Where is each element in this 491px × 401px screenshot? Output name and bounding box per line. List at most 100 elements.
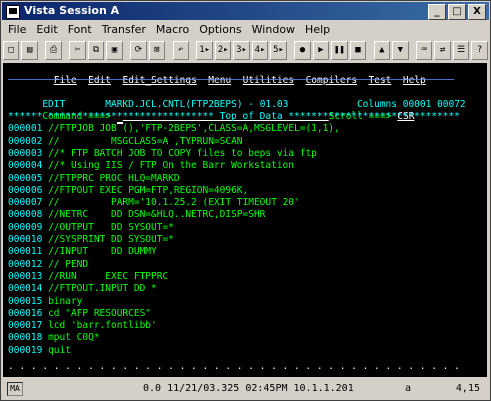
line-number[interactable]: 000015 <box>8 296 42 307</box>
close-button[interactable]: X <box>468 4 486 20</box>
menu-separator: ────────────────────────────────────────… <box>8 75 455 86</box>
status-mode: a <box>405 383 412 394</box>
line-number[interactable]: 000004 <box>8 160 42 171</box>
code-line[interactable]: 000003 //* FTP BATCH JOB TO COPY files t… <box>8 148 317 160</box>
line-number[interactable]: 000003 <box>8 148 42 159</box>
pause-icon[interactable]: ❚❚ <box>331 40 348 60</box>
menu-macro[interactable]: Macro <box>151 21 194 39</box>
cut-icon[interactable]: ✂ <box>69 40 86 60</box>
line-number[interactable]: 000019 <box>8 345 42 356</box>
code-line[interactable]: 000015 binary <box>8 296 82 308</box>
record-icon[interactable]: ● <box>294 40 311 60</box>
menu-bar: File Edit Font Transfer Macro Options Wi… <box>3 21 335 39</box>
line-text[interactable]: //INPUT DD DUMMY <box>48 246 157 257</box>
code-line[interactable]: 000010 //SYSPRINT DD SYSOUT=* <box>8 234 174 246</box>
code-line[interactable]: 000007 // PARM='10.1.25.2 (EXIT TIMEOUT … <box>8 197 300 209</box>
keyboard-icon[interactable]: ⌨ <box>415 40 433 60</box>
code-line[interactable]: 000005 //FTPPRC PROC HLQ=MARKD <box>8 173 180 185</box>
help-icon[interactable]: ? <box>471 40 488 60</box>
menu-font[interactable]: Font <box>63 21 97 39</box>
line-number[interactable]: 000001 <box>8 123 42 134</box>
macro-4-icon[interactable]: 4▸ <box>251 40 269 60</box>
menu-file[interactable]: File <box>3 21 31 39</box>
terminal-screen[interactable]: File Edit Edit_Settings Menu Utilities C… <box>3 63 487 377</box>
line-number[interactable]: 000012 <box>8 259 42 270</box>
transfer-icon[interactable]: ⇄ <box>434 40 451 60</box>
macro-5-icon[interactable]: 5▸ <box>270 40 287 60</box>
line-text[interactable]: //FTPJOB JOB (),'FTP-2BEPS',CLASS=A,MSGL… <box>48 123 340 134</box>
line-text[interactable]: // MSGCLASS=A ,TYPRUN=SCAN <box>48 136 242 147</box>
macro-2-icon[interactable]: 2▸ <box>214 40 232 60</box>
code-line[interactable]: 000004 //* Using IIS / FTP On the Barr W… <box>8 160 294 172</box>
paste-icon[interactable]: ▣ <box>106 40 123 60</box>
settings-icon[interactable]: ☰ <box>452 40 470 60</box>
open-icon[interactable]: ▤ <box>21 40 38 60</box>
menu-options[interactable]: Options <box>194 21 246 39</box>
code-line[interactable]: 000019 quit <box>8 345 71 357</box>
code-line[interactable]: 000013 //RUN EXEC FTPPRC <box>8 271 168 283</box>
macro-1-icon[interactable]: 1▸ <box>196 40 213 60</box>
stop-icon[interactable]: ■ <box>349 40 367 60</box>
down-icon[interactable]: ▼ <box>392 40 409 60</box>
line-number[interactable]: 000014 <box>8 283 42 294</box>
line-text[interactable]: mput C0Q* <box>48 332 99 343</box>
connect-icon[interactable]: ⟳ <box>130 40 147 60</box>
line-number[interactable]: 000013 <box>8 271 42 282</box>
code-line[interactable]: 000012 // PEND <box>8 259 88 271</box>
line-text[interactable]: //NETRC DD DSN=&HLQ..NETRC,DISP=SHR <box>48 209 265 220</box>
line-text[interactable]: lcd 'barr.fontlibb' <box>48 320 157 331</box>
new-icon[interactable]: □ <box>3 40 20 60</box>
code-line[interactable]: 000006 //FTPOUT EXEC PGM=FTP,REGION=4096… <box>8 185 248 197</box>
line-text[interactable]: //FTPOUT EXEC PGM=FTP,REGION=4096K, <box>48 185 248 196</box>
title-bar[interactable]: Vista Session A _ □ X <box>2 2 489 20</box>
line-text[interactable]: // PARM='10.1.25.2 (EXIT TIMEOUT 20' <box>48 197 300 208</box>
code-line[interactable]: 000002 // MSGCLASS=A ,TYPRUN=SCAN <box>8 136 243 148</box>
line-number[interactable]: 000016 <box>8 308 42 319</box>
disconnect-icon[interactable]: ⊠ <box>148 40 166 60</box>
line-number[interactable]: 000009 <box>8 222 42 233</box>
menu-transfer[interactable]: Transfer <box>97 21 151 39</box>
line-number[interactable]: 000005 <box>8 173 42 184</box>
line-text[interactable]: //* Using IIS / FTP On the Barr Workstat… <box>48 160 294 171</box>
code-line[interactable]: 000008 //NETRC DD DSN=&HLQ..NETRC,DISP=S… <box>8 209 265 221</box>
code-line[interactable]: 000018 mput C0Q* <box>8 332 100 344</box>
app-window: Vista Session A _ □ X File Edit Font Tra… <box>0 0 491 401</box>
line-text[interactable]: //* FTP BATCH JOB TO COPY files to beps … <box>48 148 317 159</box>
line-number[interactable]: 000010 <box>8 234 42 245</box>
print-icon[interactable]: ⎙ <box>45 40 62 60</box>
code-line[interactable]: 000017 lcd 'barr.fontlibb' <box>8 320 157 332</box>
line-number[interactable]: 000007 <box>8 197 42 208</box>
line-text[interactable]: quit <box>48 345 71 356</box>
menu-edit[interactable]: Edit <box>31 21 62 39</box>
line-text[interactable]: //RUN EXEC FTPPRC <box>48 271 168 282</box>
play-icon[interactable]: ▶ <box>312 40 330 60</box>
line-number[interactable]: 000008 <box>8 209 42 220</box>
maximize-button[interactable]: □ <box>448 4 466 20</box>
line-text[interactable]: cd "AFP RESOURCES" <box>48 308 151 319</box>
undo-icon[interactable]: ↶ <box>172 40 189 60</box>
minimize-button[interactable]: _ <box>428 4 446 20</box>
line-number[interactable]: 000011 <box>8 246 42 257</box>
menu-window[interactable]: Window <box>247 21 300 39</box>
line-text[interactable]: //SYSPRINT DD SYSOUT=* <box>48 234 174 245</box>
code-line[interactable]: 000011 //INPUT DD DUMMY <box>8 246 157 258</box>
line-text[interactable]: //FTPPRC PROC HLQ=MARKD <box>48 173 180 184</box>
menu-help[interactable]: Help <box>300 21 335 39</box>
code-line[interactable]: 000001 //FTPJOB JOB (),'FTP-2BEPS',CLASS… <box>8 123 340 135</box>
code-line[interactable]: 000014 //FTPOUT.INPUT DD * <box>8 283 157 295</box>
macro-3-icon[interactable]: 3▸ <box>233 40 250 60</box>
app-icon[interactable] <box>6 5 20 19</box>
line-text[interactable]: //OUTPUT DD SYSOUT=* <box>48 222 174 233</box>
copy-icon[interactable]: ⧉ <box>87 40 105 60</box>
line-number[interactable]: 000018 <box>8 332 42 343</box>
code-line[interactable]: 000016 cd "AFP RESOURCES" <box>8 308 151 320</box>
line-text[interactable]: // PEND <box>48 259 88 270</box>
line-number[interactable]: 000006 <box>8 185 42 196</box>
code-line[interactable]: 000009 //OUTPUT DD SYSOUT=* <box>8 222 174 234</box>
line-text[interactable]: binary <box>48 296 82 307</box>
up-icon[interactable]: ▲ <box>373 40 391 60</box>
line-number[interactable]: 000017 <box>8 320 42 331</box>
line-text[interactable]: //FTPOUT.INPUT DD * <box>48 283 157 294</box>
line-number[interactable]: 000002 <box>8 136 42 147</box>
toolbar: □ ▤ ⎙ ✂ ⧉ ▣ ⟳ ⊠ ↶ 1▸ 2▸ 3▸ 4▸ 5▸ ● ▶ ❚❚ ■ ▲ ▼ ⌨ ⇄ ☰? <box>3 39 488 61</box>
